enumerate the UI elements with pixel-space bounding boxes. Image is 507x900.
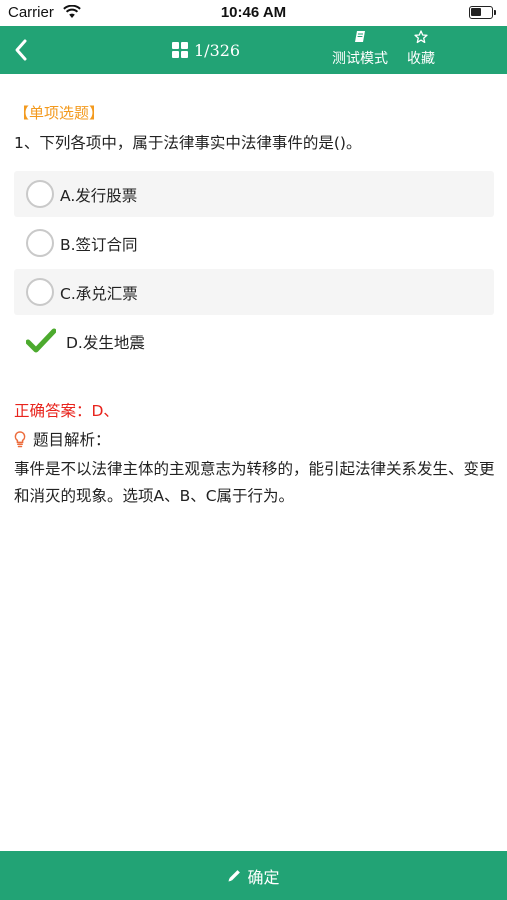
status-bar: Carrier 10:46 AM (0, 0, 507, 26)
pencil-icon (228, 870, 241, 882)
back-icon[interactable] (10, 36, 34, 64)
question-type: 【单项选题】 (14, 104, 105, 122)
battery-icon (469, 6, 496, 19)
option-c[interactable]: C.承兑汇票 (14, 269, 494, 315)
radio-unselected-icon (26, 278, 54, 306)
analysis-title: 题目解析： (33, 431, 111, 449)
option-label: D.发生地震 (66, 334, 145, 352)
analysis-body: 事件是不以法律主体的主观意志为转移的，能引起法律关系发生、变更和消灭的现象。选项… (14, 460, 495, 505)
status-time: 10:46 AM (220, 4, 287, 21)
radio-unselected-icon (26, 180, 54, 208)
favorite-label: 收藏 (407, 51, 435, 67)
option-d[interactable]: D.发生地震 (14, 318, 494, 364)
favorite-button[interactable]: 收藏 (403, 30, 439, 68)
grid-icon (172, 42, 188, 58)
correct-answer: 正确答案：D、 (14, 402, 119, 420)
option-a[interactable]: A.发行股票 (14, 171, 494, 217)
book-icon (355, 31, 365, 42)
progress-text: 1/326 (194, 40, 241, 60)
analysis-header: 题目解析： (14, 428, 111, 450)
confirm-button[interactable]: 确定 (0, 851, 507, 900)
option-label: B.签订合同 (60, 236, 138, 254)
option-label: C.承兑汇票 (60, 285, 138, 303)
option-label: A.发行股票 (60, 187, 138, 205)
question-text: 1、下列各项中，属于法律事实中法律事件的是()。 (14, 134, 362, 152)
star-icon (414, 30, 428, 44)
question-progress[interactable]: 1/326 (172, 38, 240, 62)
option-b[interactable]: B.签订合同 (14, 220, 494, 266)
test-mode-label: 测试模式 (332, 51, 388, 67)
checkmark-icon (26, 328, 56, 353)
test-mode-button[interactable]: 测试模式 (330, 30, 390, 68)
lightbulb-icon (14, 430, 26, 447)
nav-bar: 1/326 测试模式 收藏 (0, 26, 507, 74)
radio-unselected-icon (26, 229, 54, 257)
confirm-label: 确定 (247, 867, 280, 887)
